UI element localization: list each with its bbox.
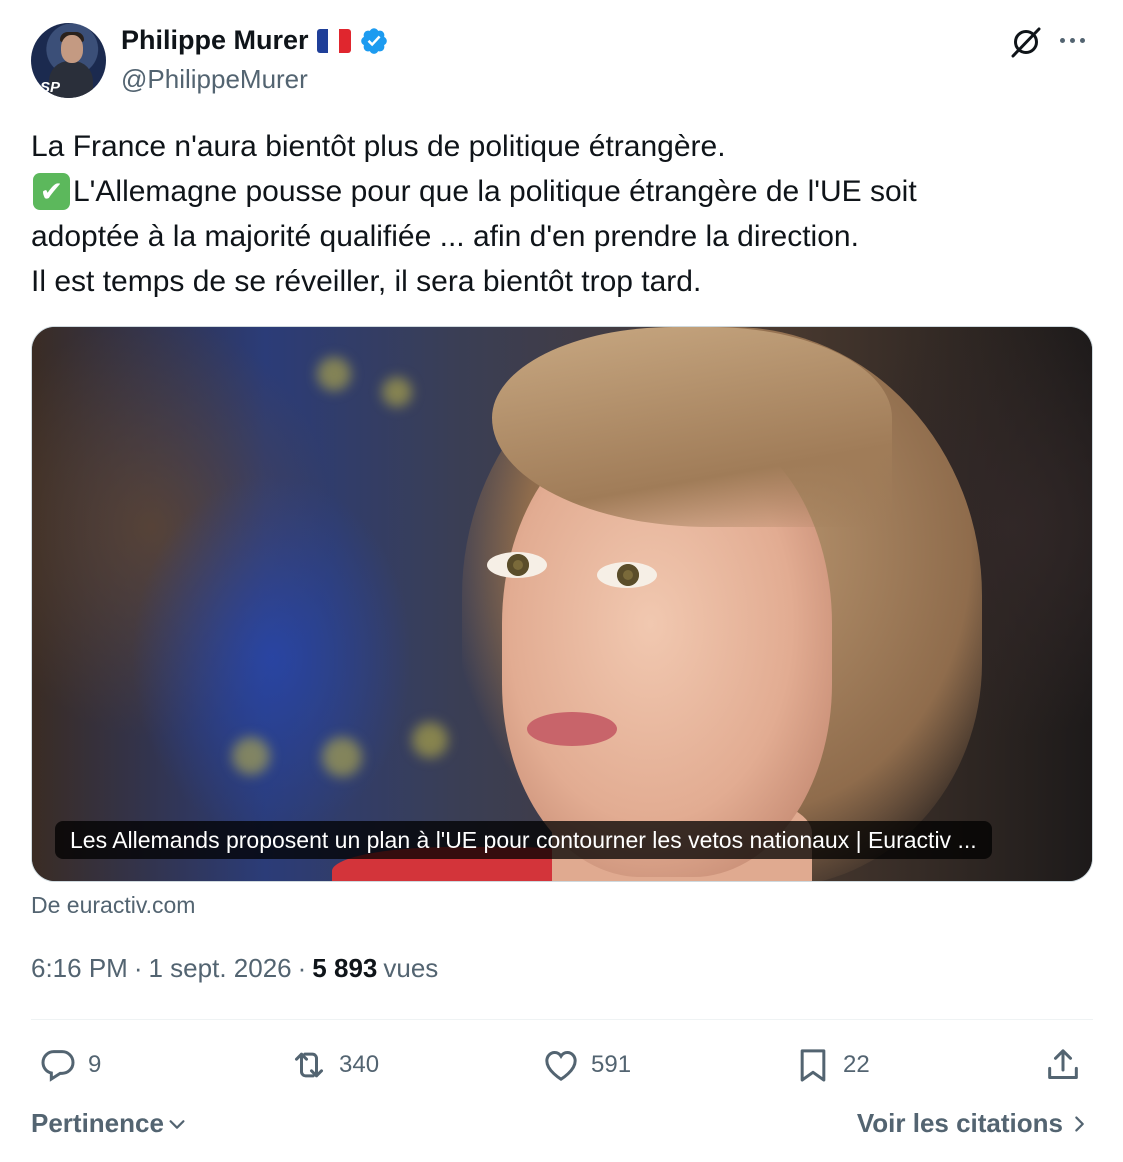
portrait-mouth — [527, 712, 617, 746]
tweet-line: ✔ L'Allemagne pousse pour que la politiqu… — [31, 169, 1093, 214]
more-options-icon[interactable] — [1060, 30, 1092, 50]
france-flag-icon — [316, 28, 351, 53]
tweet-text: La France n'aura bientôt plus de politiq… — [31, 124, 1093, 304]
tweet-detail: SP Philippe Murer @PhilippeMurer La Fran… — [0, 0, 1123, 1162]
chevron-down-icon — [169, 1119, 185, 1129]
action-bar: 9 340 591 22 — [0, 1040, 1123, 1090]
eu-star-decoration — [317, 357, 351, 391]
like-count: 591 — [591, 1051, 632, 1078]
sort-dropdown[interactable]: Pertinence — [31, 1108, 188, 1139]
eu-star-decoration — [232, 737, 270, 775]
views-label: vues — [383, 953, 439, 983]
bookmark-button[interactable]: 22 — [793, 1040, 870, 1090]
repost-count: 340 — [339, 1051, 380, 1078]
tweet-line-text: adoptée à la majorité qualifiée ... afin… — [31, 220, 859, 253]
avatar-badge: SP — [40, 79, 61, 96]
reply-button[interactable]: 9 — [38, 1040, 101, 1090]
chevron-right-icon — [1075, 1115, 1084, 1132]
reply-count: 9 — [88, 1051, 102, 1078]
views-count: 5 893 — [312, 953, 378, 983]
tweet-line-text: L'Allemagne pousse pour que la politique… — [73, 175, 917, 208]
eu-star-decoration — [322, 737, 362, 777]
tweet-line: Il est temps de se réveiller, il sera bi… — [31, 259, 1093, 304]
avatar-face — [61, 35, 83, 63]
heart-icon — [545, 1050, 577, 1081]
check-mark-icon: ✔ — [33, 173, 70, 210]
tweet-date[interactable]: 1 sept. 2026 — [149, 953, 292, 984]
tweet-line-text: Il est temps de se réveiller, il sera bi… — [31, 265, 702, 298]
sort-label: Pertinence — [31, 1108, 164, 1138]
tweet-line: adoptée à la majorité qualifiée ... afin… — [31, 214, 1093, 259]
eu-star-decoration — [412, 722, 448, 758]
divider — [31, 1019, 1093, 1020]
reply-icon — [41, 1050, 75, 1082]
grok-icon[interactable] — [1008, 24, 1044, 60]
link-preview-card[interactable]: Les Allemands proposent un plan à l'UE p… — [31, 326, 1093, 882]
author-handle[interactable]: @PhilippeMurer — [121, 64, 308, 95]
quotes-label: Voir les citations — [856, 1108, 1063, 1138]
meta-separator: · — [297, 953, 307, 983]
card-source[interactable]: De euractiv.com — [31, 892, 195, 919]
author-display-name[interactable]: Philippe Murer — [121, 25, 309, 56]
tweet-line: La France n'aura bientôt plus de politiq… — [31, 124, 1093, 169]
tweet-meta: 6:16 PM · 1 sept. 2026 · 5 893 vues — [31, 953, 438, 984]
portrait-eye — [597, 562, 657, 588]
bookmark-icon — [800, 1049, 826, 1082]
tweet-line-text: La France n'aura bientôt plus de politiq… — [31, 130, 726, 163]
repost-icon — [295, 1052, 323, 1078]
meta-separator: · — [133, 953, 143, 983]
view-quotes-link[interactable]: Voir les citations — [857, 1108, 1089, 1139]
tweet-time[interactable]: 6:16 PM — [31, 953, 128, 984]
verified-badge-icon — [360, 27, 387, 54]
avatar[interactable]: SP — [31, 23, 106, 98]
bookmark-count: 22 — [843, 1051, 870, 1078]
repost-button[interactable]: 340 — [289, 1040, 379, 1090]
like-button[interactable]: 591 — [541, 1040, 631, 1090]
share-icon — [1048, 1049, 1078, 1079]
card-caption: Les Allemands proposent un plan à l'UE p… — [55, 821, 992, 859]
author-name-row[interactable]: Philippe Murer — [121, 25, 389, 56]
eu-star-decoration — [382, 377, 412, 407]
share-button[interactable] — [1043, 1040, 1083, 1090]
portrait-eye — [487, 552, 547, 578]
